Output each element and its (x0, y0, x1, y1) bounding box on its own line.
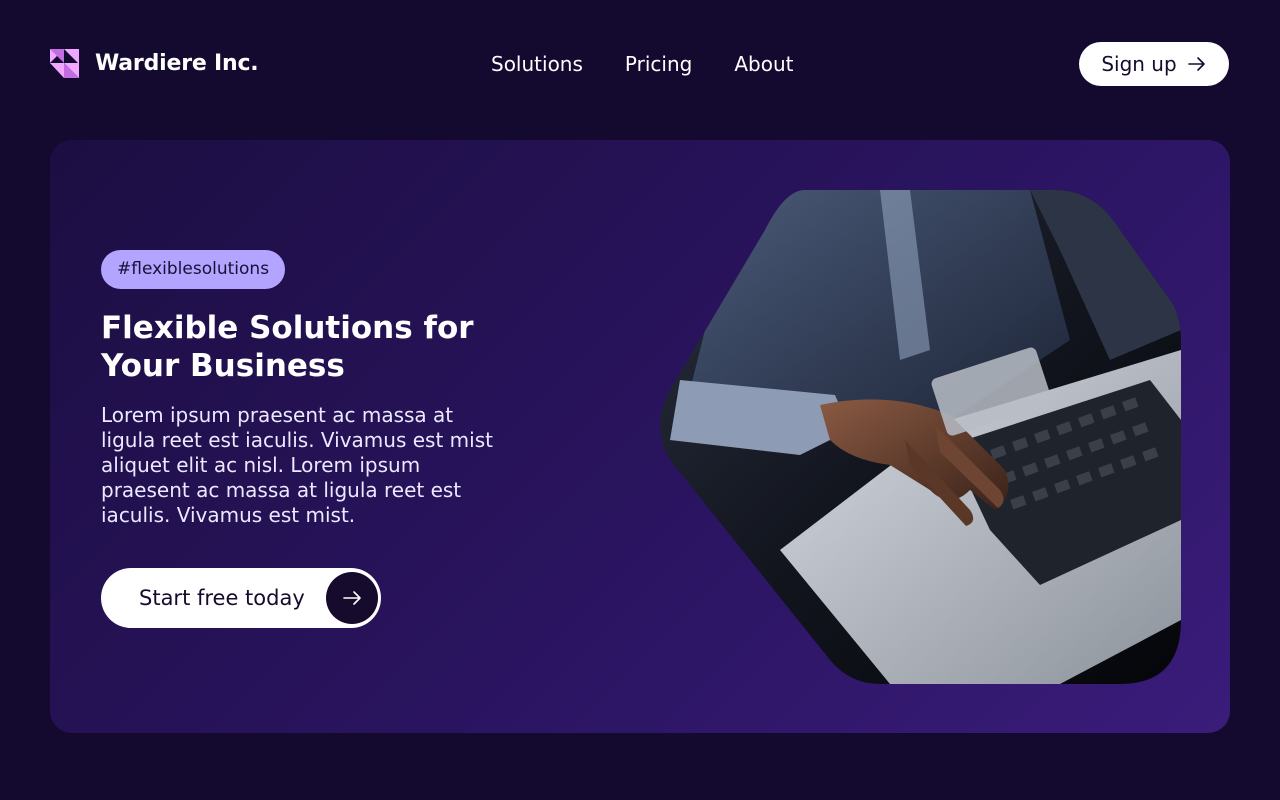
nav-item-solutions[interactable]: Solutions (491, 51, 583, 77)
triangle-mark-icon (50, 49, 79, 78)
hashtag-badge: #flexiblesolutions (101, 250, 286, 289)
nav-item-about[interactable]: About (734, 51, 793, 77)
landing-page: Wardiere Inc. Solutions Pricing About Si… (0, 0, 1280, 800)
main-nav: Solutions Pricing About (491, 51, 793, 77)
sign-up-label: Sign up (1101, 52, 1177, 76)
start-free-button[interactable]: Start free today (101, 568, 381, 628)
hero-content: #flexiblesolutions Flexible Solutions fo… (101, 250, 541, 628)
brand-name: Wardiere Inc. (95, 51, 259, 76)
sign-up-button[interactable]: Sign up (1079, 42, 1229, 86)
nav-item-pricing[interactable]: Pricing (625, 51, 692, 77)
arrow-right-icon (326, 572, 378, 624)
site-header: Wardiere Inc. Solutions Pricing About Si… (0, 0, 1280, 128)
arrow-right-icon (1187, 54, 1207, 74)
brand[interactable]: Wardiere Inc. (50, 49, 259, 78)
hero-section: #flexiblesolutions Flexible Solutions fo… (50, 140, 1230, 733)
hero-description: Lorem ipsum praesent ac massa at ligula … (101, 403, 493, 527)
start-free-label: Start free today (139, 586, 305, 610)
hands-typing-on-laptop-image (650, 190, 1181, 684)
hero-title: Flexible Solutions for Your Business (101, 310, 474, 384)
